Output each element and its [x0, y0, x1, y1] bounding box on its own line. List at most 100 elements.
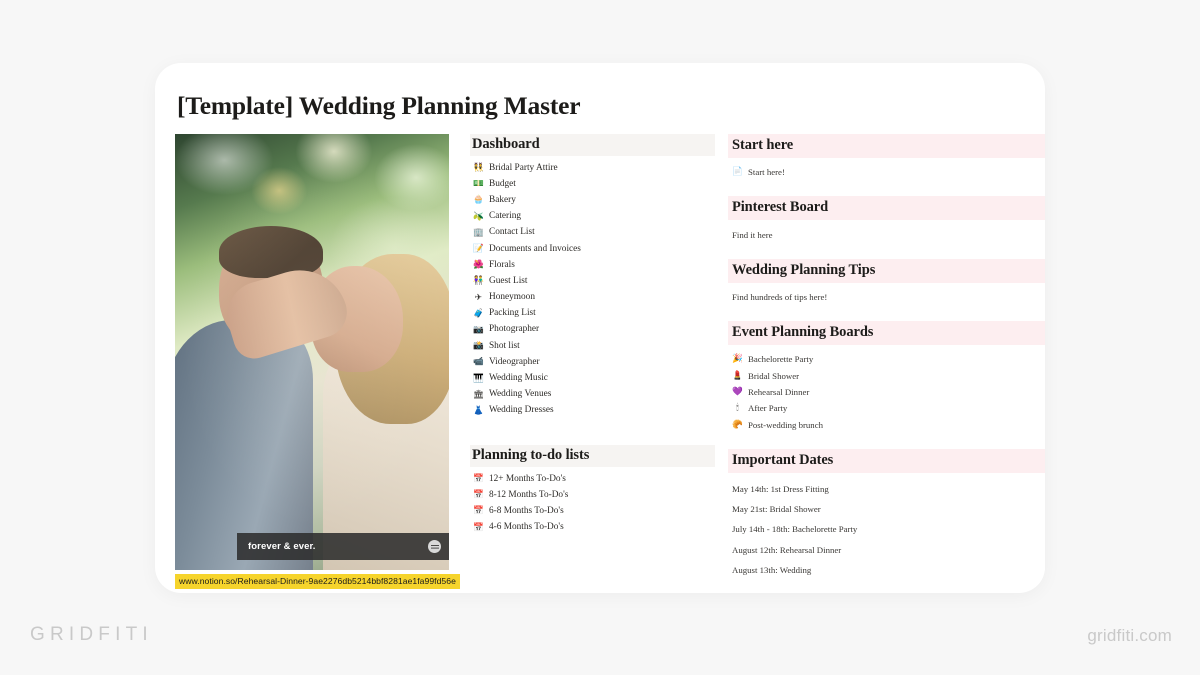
tips-link[interactable]: Find hundreds of tips here!	[732, 289, 1044, 305]
list-item-label: Wedding Dresses	[489, 405, 554, 416]
list-item-label: Packing List	[489, 308, 536, 319]
video-camera-icon: 📹	[473, 357, 484, 368]
list-item-label: Bakery	[489, 194, 516, 205]
content-columns: forever & ever. www.notion.so/Rehearsal-…	[175, 134, 1045, 589]
start-here-body: 📄 Start here!	[728, 158, 1045, 188]
list-item[interactable]: 📅 12+ Months To-Do's	[470, 471, 715, 487]
piano-icon: 🎹	[473, 373, 484, 384]
important-dates-heading: Important Dates	[728, 449, 1045, 473]
date-entry: May 14th: 1st Dress Fitting	[732, 484, 829, 495]
list-item-label: Budget	[489, 178, 516, 189]
list-item[interactable]: 🕯 After Party	[732, 400, 1044, 416]
list-item[interactable]: 📅 8-12 Months To-Do's	[470, 487, 715, 503]
start-here-heading: Start here	[728, 134, 1045, 158]
section-start-here: Start here 📄 Start here!	[728, 134, 1045, 188]
list-item-label: Bridal Party Attire	[489, 162, 558, 173]
dancers-icon: 👯	[473, 163, 484, 174]
calendar-icon: 📅	[473, 522, 484, 533]
list-item[interactable]: 📅 6-8 Months To-Do's	[470, 503, 715, 519]
party-popper-icon: 🎉	[732, 354, 743, 365]
planning-todo-list: 📅 12+ Months To-Do's 📅 8-12 Months To-Do…	[470, 467, 715, 536]
dashboard-column: Dashboard 👯 Bridal Party Attire 💵 Budget…	[453, 134, 715, 589]
video-overlay-bar[interactable]: forever & ever.	[237, 533, 449, 560]
list-item[interactable]: 📹 Videographer	[470, 354, 715, 370]
list-item[interactable]: 👫 Guest List	[470, 273, 715, 289]
list-item[interactable]: 📄 Start here!	[732, 164, 1044, 180]
airplane-icon: ✈	[474, 292, 483, 303]
list-item-label: Videographer	[489, 356, 540, 367]
venue-icon: 🏛	[473, 389, 484, 400]
pinterest-link[interactable]: Find it here	[732, 226, 1044, 242]
list-item-label: Wedding Music	[489, 373, 548, 384]
camera-icon: 📷	[473, 324, 484, 335]
section-wedding-planning-tips: Wedding Planning Tips Find hundreds of t…	[728, 258, 1045, 313]
important-dates-body: May 14th: 1st Dress Fitting May 21st: Br…	[728, 473, 1045, 587]
list-item-label: Start here!	[748, 167, 785, 178]
date-entry: May 21st: Bridal Shower	[732, 504, 821, 515]
croissant-icon: 🥐	[732, 419, 743, 430]
list-item[interactable]: 🏢 Contact List	[470, 225, 715, 241]
luggage-icon: 🧳	[473, 308, 484, 319]
dress-icon: 👗	[473, 405, 484, 416]
list-item-label: 12+ Months To-Do's	[489, 473, 566, 484]
page-icon: 📄	[732, 167, 743, 178]
list-item[interactable]: 💜 Rehearsal Dinner	[732, 384, 1044, 400]
list-item-label: After Party	[748, 403, 788, 414]
candle-icon: 🕯	[736, 403, 739, 414]
tips-heading: Wedding Planning Tips	[728, 258, 1045, 283]
list-item[interactable]: 👯 Bridal Party Attire	[470, 160, 715, 176]
list-item-label: Bridal Shower	[748, 370, 800, 381]
list-item-label: Photographer	[489, 324, 540, 335]
list-item[interactable]: 🏛 Wedding Venues	[470, 387, 715, 403]
sections-column: Start here 📄 Start here! Pinterest Board…	[715, 134, 1045, 589]
list-item[interactable]: 🎉 Bachelorette Party	[732, 351, 1044, 367]
money-icon: 💵	[473, 179, 484, 190]
event-boards-heading: Event Planning Boards	[728, 321, 1045, 346]
list-item[interactable]: 🎹 Wedding Music	[470, 370, 715, 386]
link-url-tooltip: www.notion.so/Rehearsal-Dinner-9ae2276db…	[175, 573, 460, 589]
gridfiti-url: gridfiti.com	[1087, 626, 1172, 645]
list-item[interactable]: 💵 Budget	[470, 176, 715, 192]
list-item-label: Documents and Invoices	[489, 243, 581, 254]
lipstick-icon: 💄	[732, 370, 743, 381]
event-boards-body: 🎉 Bachelorette Party 💄 Bridal Shower 💜 R…	[728, 345, 1045, 440]
list-item[interactable]: 🥐 Post-wedding brunch	[732, 417, 1044, 433]
photo-column: forever & ever. www.notion.so/Rehearsal-…	[175, 134, 460, 589]
list-item[interactable]: 📅 4-6 Months To-Do's	[470, 520, 715, 536]
date-entry: August 12th: Rehearsal Dinner	[732, 544, 842, 555]
date-entry: August 13th: Wedding	[732, 564, 812, 575]
list-item-label: 6-8 Months To-Do's	[489, 505, 564, 516]
list-item[interactable]: 📷 Photographer	[470, 322, 715, 338]
list-item[interactable]: 🌺 Florals	[470, 257, 715, 273]
couple-photo[interactable]: forever & ever.	[175, 134, 449, 570]
section-important-dates: Important Dates May 14th: 1st Dress Fitt…	[728, 449, 1045, 587]
document-card: [Template] Wedding Planning Master forev…	[155, 63, 1045, 593]
list-item-label: Catering	[489, 211, 522, 222]
date-entry: July 14th - 18th: Bachelorette Party	[732, 524, 858, 535]
menu-circle-icon[interactable]	[428, 540, 441, 553]
list-item-label: Bachelorette Party	[748, 354, 814, 365]
calendar-icon: 📅	[473, 506, 484, 517]
list-item-label: Post-wedding brunch	[748, 419, 824, 430]
list-item[interactable]: 📸 Shot list	[470, 338, 715, 354]
list-item-label: Florals	[489, 259, 515, 270]
video-overlay-title: forever & ever.	[248, 541, 316, 552]
photo-haze-overlay	[175, 134, 449, 570]
couple-icon: 👫	[473, 276, 484, 287]
tips-body: Find hundreds of tips here!	[728, 282, 1045, 313]
planning-todo-heading: Planning to-do lists	[470, 445, 715, 467]
gridfiti-wordmark: GRIDFITI	[30, 624, 153, 645]
list-item[interactable]: 💄 Bridal Shower	[732, 368, 1044, 384]
list-item[interactable]: ✈ Honeymoon	[470, 290, 715, 306]
list-item-label: Shot list	[489, 340, 520, 351]
list-item[interactable]: 👗 Wedding Dresses	[470, 403, 715, 419]
flower-icon: 🌺	[473, 260, 484, 271]
list-item-label: Honeymoon	[489, 292, 535, 303]
list-item[interactable]: 📝 Documents and Invoices	[470, 241, 715, 257]
list-item[interactable]: 🧁 Bakery	[470, 192, 715, 208]
pinterest-heading: Pinterest Board	[728, 196, 1045, 221]
list-item[interactable]: 🫒 Catering	[470, 209, 715, 225]
building-icon: 🏢	[473, 227, 484, 238]
calendar-icon: 📅	[473, 474, 484, 485]
list-item[interactable]: 🧳 Packing List	[470, 306, 715, 322]
